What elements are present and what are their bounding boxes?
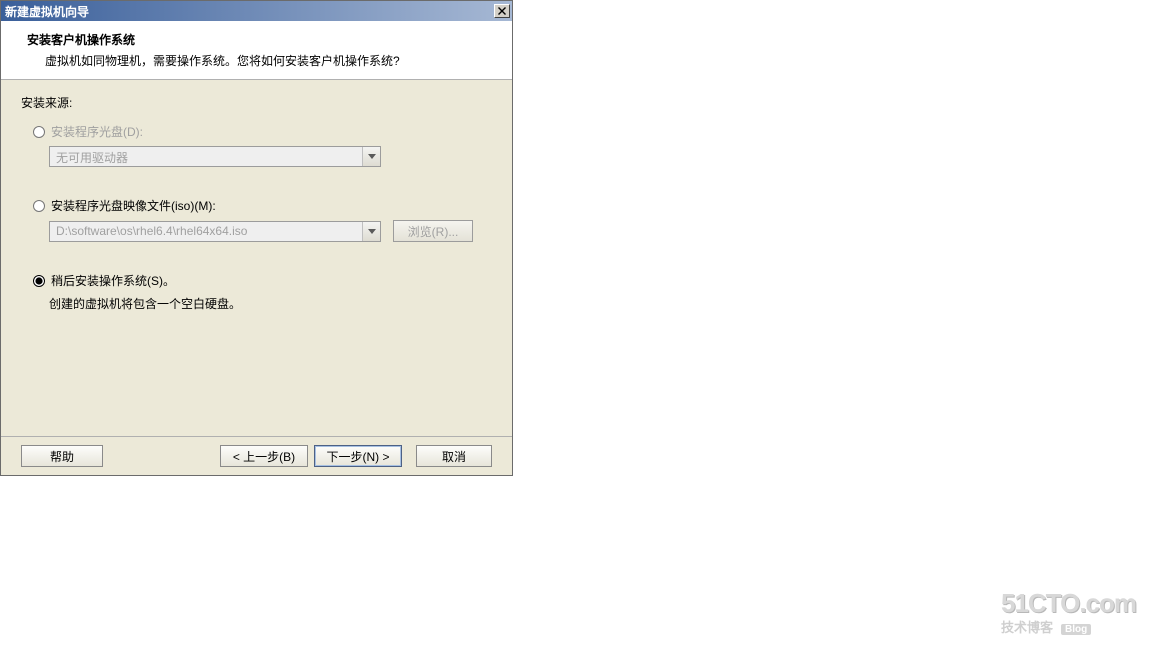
iso-path-dropdown[interactable]: D:\software\os\rhel6.4\rhel64x64.iso <box>49 221 381 242</box>
watermark-logo: 51CTO.com <box>1001 591 1136 616</box>
next-button[interactable]: 下一步(N) > <box>314 445 402 467</box>
wizard-header: 安装客户机操作系统 虚拟机如同物理机，需要操作系统。您将如何安装客户机操作系统? <box>1 21 512 80</box>
back-button[interactable]: < 上一步(B) <box>220 445 308 467</box>
dropdown-button[interactable] <box>362 222 380 241</box>
radio-install-later[interactable]: 稍后安装操作系统(S)。 <box>33 272 492 289</box>
chevron-down-icon <box>368 154 376 159</box>
close-button[interactable] <box>494 4 510 18</box>
disc-drive-dropdown[interactable]: 无可用驱动器 <box>49 146 381 167</box>
window-title: 新建虚拟机向导 <box>5 3 89 20</box>
wizard-body: 安装来源: 安装程序光盘(D): 无可用驱动器 安装程序光盘映像文件(iso)(… <box>1 80 512 436</box>
iso-path-value: D:\software\os\rhel6.4\rhel64x64.iso <box>50 222 362 241</box>
radio-install-later-label: 稍后安装操作系统(S)。 <box>51 272 175 289</box>
wizard-step-title: 安装客户机操作系统 <box>27 31 486 48</box>
help-button[interactable]: 帮助 <box>21 445 103 467</box>
chevron-down-icon <box>368 229 376 234</box>
radio-iso-image-input[interactable] <box>33 200 45 212</box>
watermark-subtitle: 技术博客 <box>1001 617 1053 636</box>
dropdown-button[interactable] <box>362 147 380 166</box>
browse-button[interactable]: 浏览(R)... <box>393 220 473 242</box>
install-later-hint: 创建的虚拟机将包含一个空白硬盘。 <box>49 295 492 312</box>
watermark-badge: Blog <box>1061 624 1091 635</box>
disc-drive-value: 无可用驱动器 <box>50 147 362 166</box>
new-vm-wizard-dialog: 新建虚拟机向导 安装客户机操作系统 虚拟机如同物理机，需要操作系统。您将如何安装… <box>0 0 513 476</box>
wizard-step-description: 虚拟机如同物理机，需要操作系统。您将如何安装客户机操作系统? <box>27 52 486 69</box>
wizard-footer: 帮助 < 上一步(B) 下一步(N) > 取消 <box>1 436 512 475</box>
radio-install-later-input[interactable] <box>33 275 45 287</box>
titlebar: 新建虚拟机向导 <box>1 1 512 21</box>
option-install-later: 稍后安装操作系统(S)。 创建的虚拟机将包含一个空白硬盘。 <box>21 272 492 312</box>
close-icon <box>498 7 506 15</box>
watermark-subtitle-row: 技术博客 Blog <box>1001 617 1136 636</box>
cancel-button[interactable]: 取消 <box>416 445 492 467</box>
option-iso-image: 安装程序光盘映像文件(iso)(M): D:\software\os\rhel6… <box>21 197 492 242</box>
radio-iso-image[interactable]: 安装程序光盘映像文件(iso)(M): <box>33 197 492 214</box>
radio-installer-disc-input[interactable] <box>33 126 45 138</box>
option-installer-disc: 安装程序光盘(D): 无可用驱动器 <box>21 123 492 167</box>
watermark: 51CTO.com 技术博客 Blog <box>1001 591 1136 636</box>
radio-installer-disc[interactable]: 安装程序光盘(D): <box>33 123 492 140</box>
radio-iso-image-label: 安装程序光盘映像文件(iso)(M): <box>51 197 216 214</box>
install-source-label: 安装来源: <box>21 94 492 111</box>
radio-installer-disc-label: 安装程序光盘(D): <box>51 123 143 140</box>
